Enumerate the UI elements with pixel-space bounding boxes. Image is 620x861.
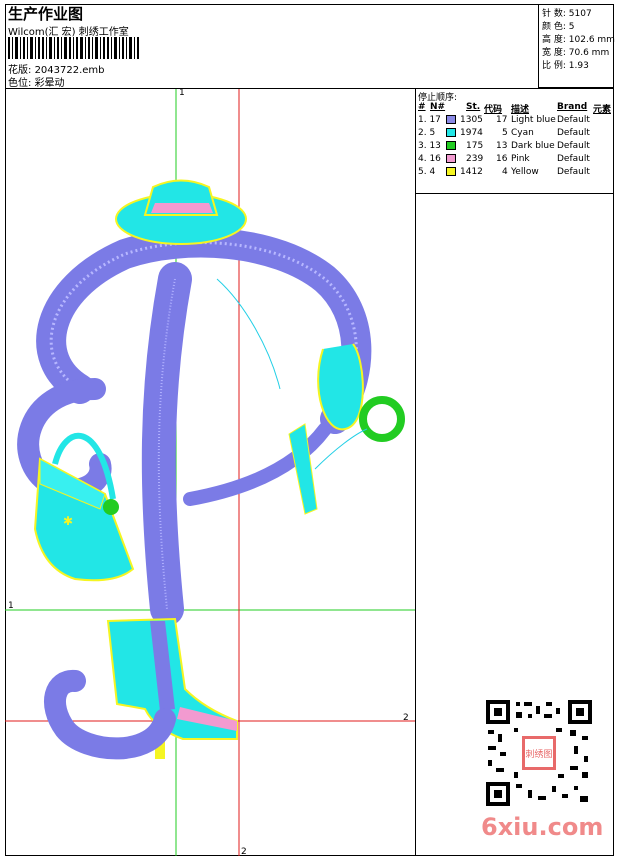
stat-height: 高 度: 102.6 mm — [542, 35, 615, 45]
stat-scale: 比 例: 1.93 — [542, 61, 589, 71]
design-canvas[interactable]: ✱ — [5, 89, 416, 856]
col-needle: N# — [430, 102, 446, 112]
stop-row[interactable]: 4. 16 239 16 Pink Default — [416, 154, 614, 167]
barcode-icon — [8, 37, 139, 59]
stat-width: 宽 度: 70.6 mm — [542, 48, 610, 58]
stop-sequence-panel: 停止顺序: # N# St. 代码 描述 Brand 元素 1. 17 1305… — [416, 89, 614, 194]
col-seq: # — [418, 102, 426, 112]
main-stem — [141, 262, 192, 626]
col-element: 元素 — [593, 105, 612, 115]
color-swatch — [446, 141, 456, 150]
stop-row[interactable]: 5. 4 1412 4 Yellow Default — [416, 167, 614, 180]
stat-stitches: 针 数: 5107 — [542, 9, 592, 19]
stop-row[interactable]: 1. 17 1305 17 Light blue Default — [416, 115, 614, 128]
col-brand: Brand — [557, 102, 588, 112]
handbag-clasp — [103, 499, 119, 515]
guide-label-red-v: 2 — [241, 847, 247, 857]
col-stitches: St. — [466, 102, 481, 112]
guide-label-green-h: 1 — [8, 601, 14, 611]
guide-label-red-h: 2 — [403, 713, 409, 723]
stop-row[interactable]: 2. 5 1974 5 Cyan Default — [416, 128, 614, 141]
color-swatch — [446, 167, 456, 176]
stop-row[interactable]: 3. 13 175 13 Dark blue Default — [416, 141, 614, 154]
color-position-line: 色位: 彩晕动 — [8, 74, 65, 89]
color-swatch — [446, 115, 456, 124]
stats-box: 针 数: 5107 颜 色: 5 高 度: 102.6 mm 宽 度: 70.6… — [538, 4, 615, 88]
company-name: Wilcom(汇 宏) 刺绣工作室 — [8, 27, 129, 38]
star-deco: ✱ — [63, 514, 73, 528]
col-desc: 描述 — [511, 105, 530, 115]
guide-label-green-v: 1 — [179, 88, 185, 98]
qr-code-icon: 刺绣图 — [486, 700, 592, 806]
sheet-title: 生产作业图 — [8, 5, 84, 23]
qr-stamp-text: 刺绣图 — [525, 748, 552, 760]
col-code: 代码 — [484, 105, 503, 115]
pendant-loop — [317, 343, 364, 431]
hat-band — [151, 203, 213, 213]
green-ring — [359, 396, 405, 442]
watermark-logo: 6xiu.com — [481, 813, 604, 841]
color-swatch — [446, 154, 456, 163]
stat-colors: 颜 色: 5 — [542, 22, 575, 32]
color-swatch — [446, 128, 456, 137]
